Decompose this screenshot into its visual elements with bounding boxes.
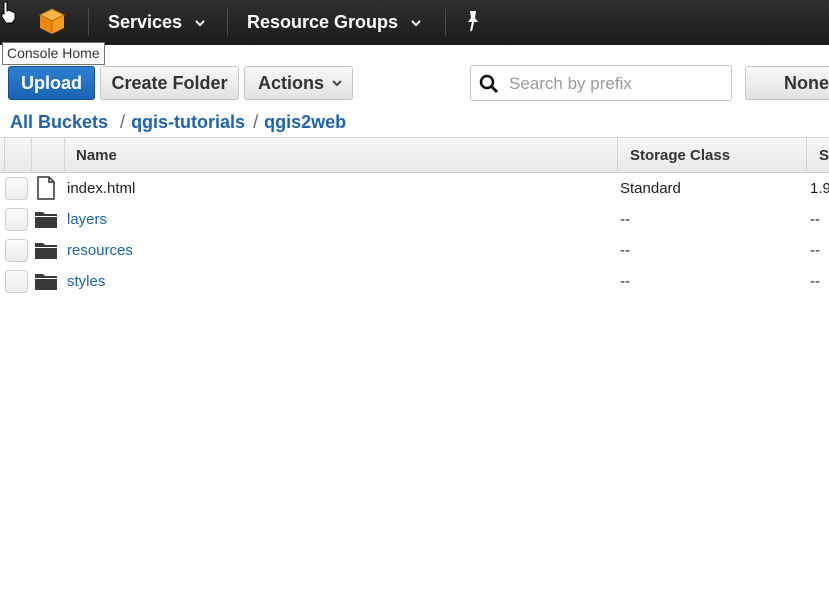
storage-class-value: Standard xyxy=(620,180,681,197)
row-checkbox[interactable] xyxy=(5,239,28,262)
table-header: Name Storage Class S xyxy=(0,137,829,173)
size-value: 1.9 xyxy=(810,180,829,197)
storage-class-value: -- xyxy=(620,211,630,228)
table-row[interactable]: styles -- -- xyxy=(0,266,829,297)
chevron-down-icon xyxy=(195,19,205,26)
folder-name-link[interactable]: resources xyxy=(67,235,133,266)
breadcrumb-separator: / xyxy=(120,111,126,132)
services-label: Services xyxy=(108,12,183,32)
chevron-down-icon xyxy=(332,80,342,87)
actions-dropdown[interactable]: Actions xyxy=(244,66,353,100)
create-folder-button[interactable]: Create Folder xyxy=(100,66,239,100)
row-checkbox[interactable] xyxy=(5,208,28,231)
file-icon xyxy=(37,176,55,200)
breadcrumb-folder[interactable]: qgis2web xyxy=(264,112,346,133)
size-value: -- xyxy=(810,273,820,290)
file-name[interactable]: index.html xyxy=(67,173,135,204)
storage-class-value: -- xyxy=(620,273,630,290)
search-input[interactable] xyxy=(507,70,726,98)
select-column-header xyxy=(4,138,32,172)
resource-groups-menu[interactable]: Resource Groups xyxy=(247,0,422,45)
breadcrumb-bucket[interactable]: qgis-tutorials xyxy=(131,112,245,133)
upload-button[interactable]: Upload xyxy=(8,66,95,100)
table-row[interactable]: resources -- -- xyxy=(0,235,829,266)
mouse-cursor-icon xyxy=(1,1,16,24)
actions-label: Actions xyxy=(258,72,325,93)
folder-name-link[interactable]: styles xyxy=(67,266,105,297)
nav-divider xyxy=(227,8,228,36)
size-value: -- xyxy=(810,242,820,259)
table-row[interactable]: index.html Standard 1.9 xyxy=(0,173,829,204)
name-column-header[interactable]: Name xyxy=(65,138,618,172)
search-box xyxy=(470,65,732,101)
storage-class-column-header[interactable]: Storage Class xyxy=(618,138,807,172)
aws-cube-icon[interactable] xyxy=(38,7,66,35)
folder-name-link[interactable]: layers xyxy=(67,204,107,235)
chevron-down-icon xyxy=(411,19,421,26)
services-menu[interactable]: Services xyxy=(108,0,206,45)
nav-divider xyxy=(88,8,89,36)
size-column-header[interactable]: S xyxy=(807,138,829,172)
breadcrumb: All Buckets / qgis-tutorials / qgis2web xyxy=(10,111,346,133)
row-checkbox[interactable] xyxy=(5,177,28,200)
row-checkbox[interactable] xyxy=(5,270,28,293)
storage-class-value: -- xyxy=(620,242,630,259)
pin-icon[interactable] xyxy=(464,10,482,32)
size-value: -- xyxy=(810,211,820,228)
search-icon xyxy=(479,74,499,94)
breadcrumb-separator: / xyxy=(253,111,259,132)
icon-column-header xyxy=(32,138,65,172)
folder-icon xyxy=(35,243,57,259)
console-home-tooltip: Console Home xyxy=(2,42,105,65)
nav-divider xyxy=(445,8,446,36)
table-row[interactable]: layers -- -- xyxy=(0,204,829,235)
breadcrumb-all-buckets[interactable]: All Buckets xyxy=(10,112,108,133)
top-nav-bar: Services Resource Groups xyxy=(0,0,829,45)
folder-icon xyxy=(35,212,57,228)
folder-icon xyxy=(35,274,57,290)
none-button[interactable]: None xyxy=(745,66,829,100)
resource-groups-label: Resource Groups xyxy=(247,12,399,32)
